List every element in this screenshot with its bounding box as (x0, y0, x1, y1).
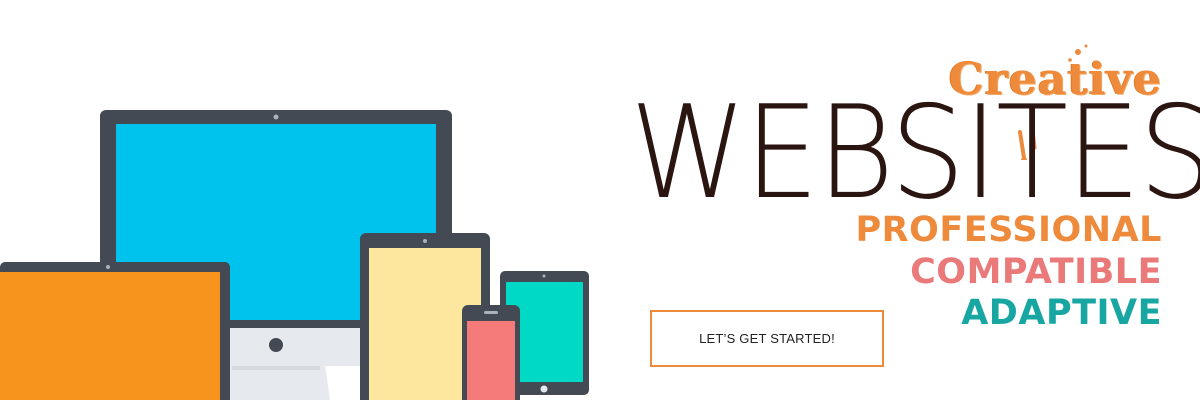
smartphone-icon (462, 305, 520, 400)
laptop-icon (0, 262, 230, 400)
tagline-adaptive: ADAPTIVE (961, 293, 1162, 333)
tagline-professional: PROFESSIONAL (855, 210, 1162, 250)
devices-illustration (0, 0, 620, 400)
tagline-compatible: COMPATIBLE (910, 252, 1162, 292)
hero-banner: Creative WEBSITES PROFESSIONAL COMPATIBL… (0, 0, 1200, 400)
get-started-button[interactable]: LET’S GET STARTED! (650, 310, 884, 367)
page-title: WEBSITES (630, 79, 1200, 228)
headline-block: Creative WEBSITES PROFESSIONAL COMPATIBL… (600, 40, 1200, 340)
devices-graphic (0, 110, 589, 400)
